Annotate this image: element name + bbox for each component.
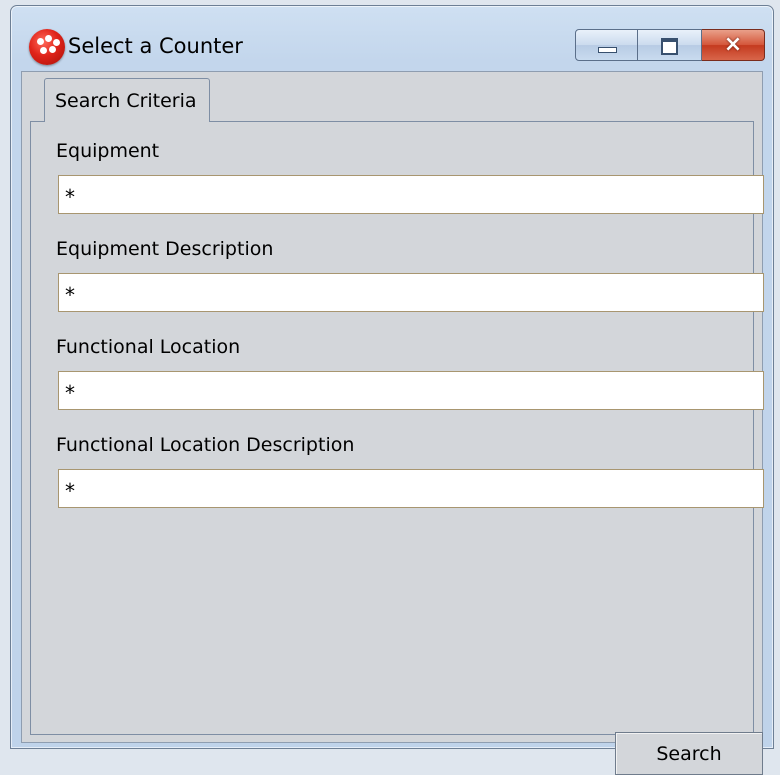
minimize-button[interactable]	[575, 29, 638, 61]
maximize-button[interactable]	[638, 29, 702, 61]
minimize-icon	[598, 47, 617, 53]
functional-location-description-label: Functional Location Description	[56, 434, 355, 456]
close-button[interactable]: ×	[702, 29, 765, 61]
window-controls: ×	[575, 29, 765, 61]
window-title: Select a Counter	[68, 34, 243, 58]
equipment-description-input[interactable]	[58, 273, 764, 312]
title-bar[interactable]: Select a Counter ×	[11, 6, 773, 68]
tab-search-criteria[interactable]: Search Criteria	[44, 78, 210, 122]
maximize-icon	[661, 38, 678, 55]
select-counter-window: Select a Counter × Search Criteria Equip…	[10, 5, 774, 775]
dialog-client-area: Search Criteria Equipment Equipment Desc…	[21, 71, 764, 775]
equipment-description-label: Equipment Description	[56, 238, 274, 260]
functional-location-description-input[interactable]	[58, 469, 764, 508]
equipment-input[interactable]	[58, 175, 764, 214]
close-icon: ×	[723, 32, 743, 57]
functional-location-input[interactable]	[58, 371, 764, 410]
functional-location-label: Functional Location	[56, 336, 241, 358]
red-dice-icon	[29, 29, 65, 65]
search-criteria-panel: Equipment Equipment Description Function…	[30, 121, 764, 775]
search-button[interactable]: Search	[615, 732, 763, 775]
equipment-label: Equipment	[56, 140, 160, 162]
